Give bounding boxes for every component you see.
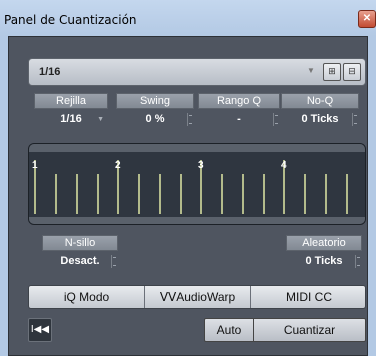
beat-label-2: 2 — [115, 160, 121, 171]
range-q-label: Rango Q — [198, 93, 280, 109]
window-titlebar: Panel de Cuantización ✕ — [0, 0, 376, 36]
swing-value-text: 0 % — [145, 113, 165, 125]
grid-lines — [34, 160, 348, 214]
swing-spinner-icon[interactable] — [187, 113, 192, 126]
window-frame-right — [368, 36, 376, 356]
quantize-grid-display[interactable]: 1 2 3 4 — [28, 143, 366, 225]
range-q-value-text: - — [237, 113, 241, 125]
tuplet-param: N-sillo Desact. — [42, 235, 118, 275]
preset-value: 1/16 — [39, 66, 61, 78]
mode-toggle-bar: iQ Modo ᐯᐯAudioWarp MIDI CC — [28, 285, 366, 309]
quantize-panel: 1/16 ▼ ⊞ ⊟ Rejilla 1/16 ▼ Swing 0 % Rang… — [8, 36, 368, 356]
no-q-spinner-icon[interactable] — [352, 113, 357, 126]
grid-value-text: 1/16 — [60, 113, 82, 125]
quantize-button[interactable]: Cuantizar — [254, 318, 366, 342]
tuplet-value[interactable]: Desact. — [42, 251, 118, 272]
random-label: Aleatorio — [286, 235, 362, 251]
chevron-down-icon[interactable]: ▼ — [307, 66, 315, 75]
close-icon[interactable]: ✕ — [358, 10, 376, 28]
random-value-text: 0 Ticks — [305, 255, 343, 267]
preset-selector[interactable]: 1/16 ▼ ⊞ ⊟ — [28, 58, 366, 86]
grid-value[interactable]: 1/16 ▼ — [34, 109, 108, 130]
range-q-param: Rango Q - — [198, 93, 280, 133]
save-preset-icon[interactable]: ⊞ — [323, 63, 341, 81]
random-spinner-icon[interactable] — [355, 255, 360, 268]
iq-mode-button[interactable]: iQ Modo — [29, 286, 145, 308]
swing-label: Swing — [116, 93, 194, 109]
tuplet-label: N-sillo — [42, 235, 118, 251]
range-q-spinner-icon[interactable] — [273, 113, 278, 126]
rewind-icon[interactable]: I◀◀ — [28, 318, 52, 342]
no-q-value[interactable]: 0 Ticks — [281, 109, 359, 130]
no-q-label: No-Q — [281, 93, 359, 109]
midi-cc-button[interactable]: MIDI CC — [251, 286, 365, 308]
beat-label-1: 1 — [32, 160, 38, 171]
beat-label-3: 3 — [198, 160, 204, 171]
no-q-param: No-Q 0 Ticks — [281, 93, 359, 133]
audiowarp-label: AudioWarp — [176, 290, 236, 304]
auto-button[interactable]: Auto — [204, 318, 254, 342]
chevron-down-icon[interactable]: ▼ — [97, 109, 104, 130]
audiowarp-icon: ᐯᐯ — [159, 290, 177, 304]
window-frame-left — [0, 36, 8, 356]
swing-value[interactable]: 0 % — [116, 109, 194, 130]
grid-param: Rejilla 1/16 ▼ — [34, 93, 108, 133]
audiowarp-button[interactable]: ᐯᐯAudioWarp — [145, 286, 251, 308]
remove-preset-icon[interactable]: ⊟ — [343, 63, 361, 81]
window-title: Panel de Cuantización — [4, 13, 137, 27]
random-param: Aleatorio 0 Ticks — [286, 235, 362, 275]
beat-label-4: 4 — [281, 160, 287, 171]
no-q-value-text: 0 Ticks — [301, 113, 339, 125]
swing-param: Swing 0 % — [116, 93, 194, 133]
tuplet-spinner-icon[interactable] — [111, 255, 116, 268]
grid-label: Rejilla — [34, 93, 108, 109]
grid-bottom-rail — [29, 217, 365, 224]
random-value[interactable]: 0 Ticks — [286, 251, 362, 272]
range-q-value[interactable]: - — [198, 109, 280, 130]
tuplet-value-text: Desact. — [60, 255, 100, 267]
action-row: I◀◀ Auto Cuantizar — [28, 318, 366, 344]
